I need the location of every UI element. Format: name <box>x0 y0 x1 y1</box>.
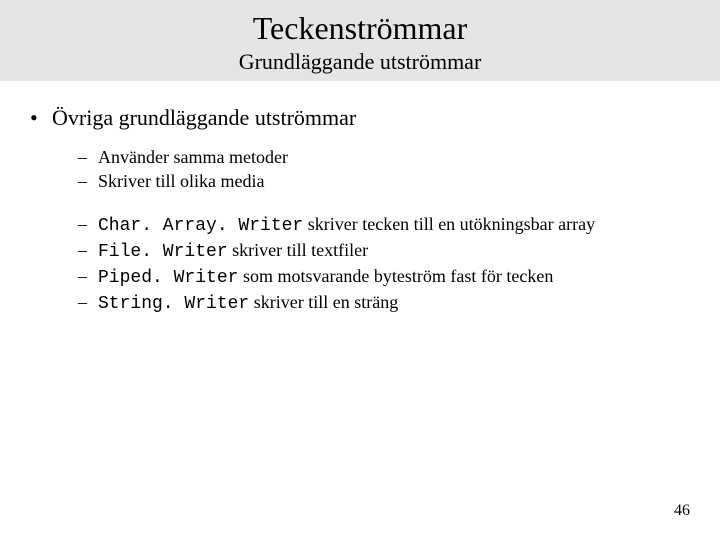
slide-subtitle: Grundläggande utströmmar <box>0 49 720 75</box>
sub-bullet: Använder samma metoder <box>78 145 690 169</box>
sub-bullet: String. Writer skriver till en sträng <box>78 290 690 316</box>
code-text: Char. Array. Writer <box>98 216 303 236</box>
bullet-rest: skriver till textfiler <box>228 240 368 260</box>
bullet-main: Övriga grundläggande utströmmar <box>30 105 690 131</box>
slide-title: Teckenströmmar <box>0 10 720 47</box>
page-number: 46 <box>674 502 690 520</box>
sub-bullet: Skriver till olika media <box>78 169 690 193</box>
bullet-rest: skriver till en sträng <box>249 292 398 312</box>
slide-body: Övriga grundläggande utströmmar Använder… <box>0 81 720 317</box>
slide: Teckenströmmar Grundläggande utströmmar … <box>0 0 720 540</box>
code-text: File. Writer <box>98 242 228 262</box>
code-text: Piped. Writer <box>98 268 238 288</box>
bullet-rest: som motsvarande byteström fast för tecke… <box>238 266 553 286</box>
sub-bullet: File. Writer skriver till textfiler <box>78 238 690 264</box>
sub-group-a: Använder samma metoder Skriver till olik… <box>78 145 690 194</box>
header-band: Teckenströmmar Grundläggande utströmmar <box>0 0 720 81</box>
bullet-rest: skriver tecken till en utökningsbar arra… <box>303 214 595 234</box>
sub-bullet: Piped. Writer som motsvarande byteström … <box>78 264 690 290</box>
code-text: String. Writer <box>98 294 249 314</box>
sub-bullet: Char. Array. Writer skriver tecken till … <box>78 212 690 238</box>
sub-group-b: Char. Array. Writer skriver tecken till … <box>78 212 690 317</box>
